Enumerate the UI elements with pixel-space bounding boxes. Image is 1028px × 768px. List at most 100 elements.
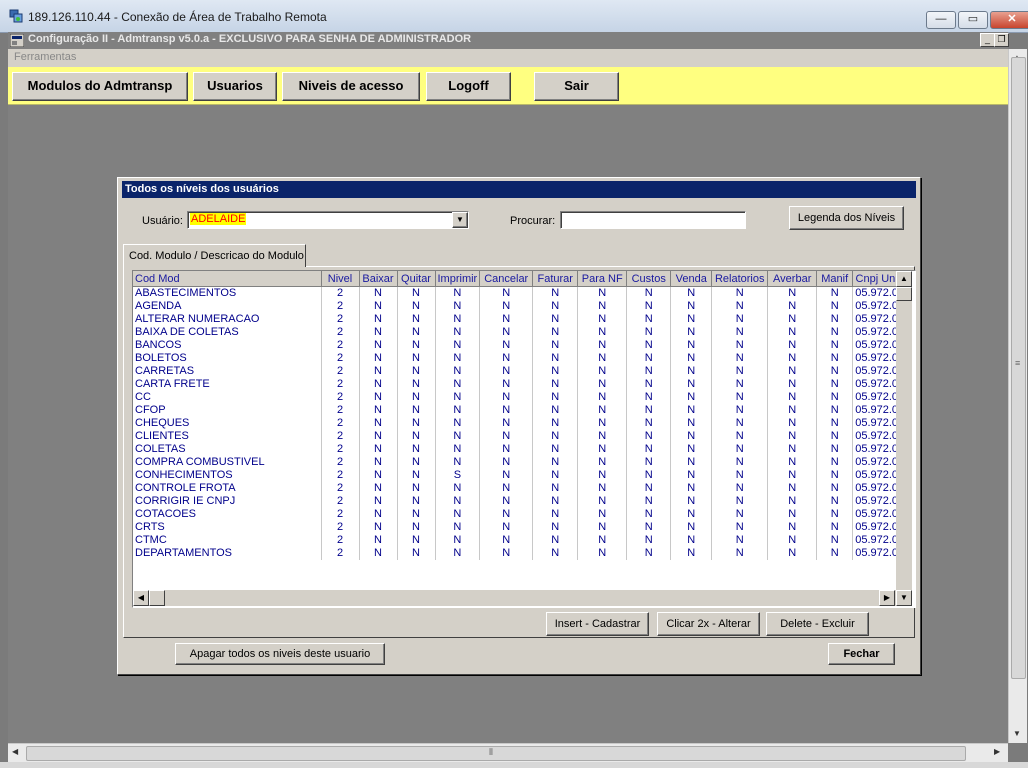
grid-horizontal-thumb[interactable] xyxy=(149,590,165,606)
apagar-niveis-button[interactable]: Apagar todos os niveis deste usuario xyxy=(175,643,385,665)
table-cell: 2 xyxy=(321,482,360,495)
logoff-button[interactable]: Logoff xyxy=(426,72,511,101)
table-row[interactable]: CC 2 N N N N N N N N N N N 05.972.0 xyxy=(133,391,902,404)
table-row[interactable]: BANCOS 2 N N N N N N N N N N N 05.972.0 xyxy=(133,339,902,352)
procurar-input[interactable] xyxy=(560,211,746,229)
scroll-left-icon[interactable]: ◀ xyxy=(12,747,18,756)
table-row[interactable]: COLETAS 2 N N N N N N N N N N N 05.972.0 xyxy=(133,443,902,456)
grid-vertical-scrollbar[interactable]: ▲ ▼ xyxy=(896,271,912,606)
menu-ferramentas[interactable]: Ferramentas xyxy=(14,51,76,63)
column-header[interactable]: Baixar xyxy=(359,271,398,287)
column-header[interactable]: Para NF xyxy=(577,271,628,287)
sair-button[interactable]: Sair xyxy=(534,72,619,101)
table-cell: N xyxy=(711,417,769,430)
table-cell: N xyxy=(767,286,818,300)
table-row[interactable]: CRTS 2 N N N N N N N N N N N 05.972.0 xyxy=(133,521,902,534)
table-cell: N xyxy=(532,300,579,313)
table-cell: N xyxy=(670,430,713,443)
horizontal-scrollbar[interactable]: ◀ ⦀ ▶ xyxy=(8,743,1008,762)
alterar-button[interactable]: Clicar 2x - Alterar xyxy=(657,612,760,636)
usuario-combobox[interactable]: ADELAIDE ▼ xyxy=(187,211,469,229)
table-cell: N xyxy=(711,286,769,300)
niveis-acesso-button[interactable]: Niveis de acesso xyxy=(282,72,420,101)
grid-scroll-up-icon[interactable]: ▲ xyxy=(896,271,912,287)
app-window-title: Configuração II - Admtransp v5.0.a - EXC… xyxy=(28,33,472,45)
niveis-dialog: Todos os níveis dos usuários Usuário: AD… xyxy=(117,177,921,675)
modulos-button[interactable]: Modulos do Admtransp xyxy=(12,72,188,101)
vertical-scrollbar[interactable]: ▲ ≡ ▼ xyxy=(1008,49,1027,743)
column-header[interactable]: Cod Mod xyxy=(133,271,322,287)
horizontal-scroll-thumb[interactable]: ⦀ xyxy=(26,746,966,761)
table-row[interactable]: CHEQUES 2 N N N N N N N N N N N 05.972.0 xyxy=(133,417,902,430)
legenda-niveis-button[interactable]: Legenda dos Níveis xyxy=(789,206,904,230)
table-row[interactable]: CARRETAS 2 N N N N N N N N N N N 05.972.0 xyxy=(133,365,902,378)
table-row[interactable]: ABASTECIMENTOS 2 N N N N N N N N N N N 05.972.0 xyxy=(133,286,902,300)
grid-horizontal-scrollbar[interactable]: ◀ ▶ xyxy=(133,590,896,606)
table-row[interactable]: BAIXA DE COLETAS 2 N N N N N N N N N N N 05.972.0 xyxy=(133,326,902,339)
maximize-button[interactable]: ▭ xyxy=(958,11,988,29)
table-cell: N xyxy=(359,443,398,456)
grid-scroll-right-icon[interactable]: ▶ xyxy=(879,590,895,606)
table-cell: N xyxy=(577,404,628,417)
table-row[interactable]: CONTROLE FROTA 2 N N N N N N N N N N N 05.972.0 xyxy=(133,482,902,495)
tab-cod-modulo[interactable]: Cod. Modulo / Descricao do Modulo xyxy=(123,244,306,267)
scroll-down-icon[interactable]: ▼ xyxy=(1013,729,1021,738)
column-header[interactable]: Quitar xyxy=(397,271,436,287)
grid-scroll-down-icon[interactable]: ▼ xyxy=(896,590,912,606)
table-cell: 05.972.0 xyxy=(852,404,902,417)
table-row[interactable]: CONHECIMENTOS 2 N N S N N N N N N N N 05.972.0 xyxy=(133,469,902,482)
table-cell: CRTS xyxy=(133,521,322,534)
column-header[interactable]: Manif xyxy=(816,271,854,287)
table-cell: N xyxy=(767,495,818,508)
table-row[interactable]: AGENDA 2 N N N N N N N N N N N 05.972.0 xyxy=(133,300,902,313)
table-cell: N xyxy=(397,534,436,547)
insert-cadastrar-button[interactable]: Insert - Cadastrar xyxy=(546,612,649,636)
table-row[interactable]: BOLETOS 2 N N N N N N N N N N N 05.972.0 xyxy=(133,352,902,365)
column-header[interactable]: Custos xyxy=(626,271,672,287)
table-cell: N xyxy=(435,365,481,378)
minimize-button[interactable]: — xyxy=(926,11,956,29)
vertical-scroll-thumb[interactable]: ≡ xyxy=(1011,57,1026,679)
column-header[interactable]: Relatorios xyxy=(711,271,769,287)
fechar-button[interactable]: Fechar xyxy=(828,643,895,665)
table-row[interactable]: CARTA FRETE 2 N N N N N N N N N N N 05.972.0 xyxy=(133,378,902,391)
table-cell: N xyxy=(767,339,818,352)
table-row[interactable]: COTACOES 2 N N N N N N N N N N N 05.972.0 xyxy=(133,508,902,521)
scroll-right-icon[interactable]: ▶ xyxy=(994,747,1000,756)
table-cell: N xyxy=(359,326,398,339)
table-row[interactable]: ALTERAR NUMERACAO 2 N N N N N N N N N N N 05.972.0 xyxy=(133,313,902,326)
close-button[interactable]: ✕ xyxy=(990,11,1028,29)
grid-vertical-thumb[interactable] xyxy=(896,287,912,301)
mdi-restore-button[interactable]: ❐ xyxy=(994,33,1009,47)
procurar-label: Procurar: xyxy=(510,215,556,227)
table-row[interactable]: CFOP 2 N N N N N N N N N N N 05.972.0 xyxy=(133,404,902,417)
column-header[interactable]: Nivel xyxy=(321,271,360,287)
grid-scroll-left-icon[interactable]: ◀ xyxy=(133,590,149,606)
mdi-minimize-button[interactable]: _ xyxy=(980,33,995,47)
table-cell: N xyxy=(479,378,534,391)
table-row[interactable]: CLIENTES 2 N N N N N N N N N N N 05.972.0 xyxy=(133,430,902,443)
grid-header-row: Cod Mod Nivel Baixar Quitar Imprimir Cancelar… xyxy=(133,271,902,287)
table-cell: 05.972.0 xyxy=(852,521,902,534)
chevron-down-icon[interactable]: ▼ xyxy=(452,212,468,228)
niveis-grid[interactable]: Cod Mod Nivel Baixar Quitar Imprimir Cancelar… xyxy=(132,270,916,608)
table-row[interactable]: CORRIGIR IE CNPJ 2 N N N N N N N N N N N 05.972.0 xyxy=(133,495,902,508)
table-cell: N xyxy=(479,313,534,326)
table-cell: N xyxy=(670,391,713,404)
excluir-button[interactable]: Delete - Excluir xyxy=(766,612,869,636)
column-header[interactable]: Imprimir xyxy=(435,271,481,287)
table-cell: N xyxy=(532,443,579,456)
table-cell: N xyxy=(435,417,481,430)
column-header[interactable]: Venda xyxy=(670,271,713,287)
table-cell: N xyxy=(816,300,854,313)
table-cell: N xyxy=(670,443,713,456)
table-cell: CARTA FRETE xyxy=(133,378,322,391)
column-header[interactable]: Faturar xyxy=(532,271,579,287)
column-header[interactable]: Cnpj Uni xyxy=(852,271,902,287)
table-row[interactable]: COMPRA COMBUSTIVEL 2 N N N N N N N N N N N 05.972.0 xyxy=(133,456,902,469)
column-header[interactable]: Averbar xyxy=(767,271,818,287)
usuarios-button[interactable]: Usuarios xyxy=(193,72,277,101)
table-row[interactable]: DEPARTAMENTOS 2 N N N N N N N N N N N 05.972.0 xyxy=(133,547,902,560)
table-row[interactable]: CTMC 2 N N N N N N N N N N N 05.972.0 xyxy=(133,534,902,547)
column-header[interactable]: Cancelar xyxy=(479,271,534,287)
